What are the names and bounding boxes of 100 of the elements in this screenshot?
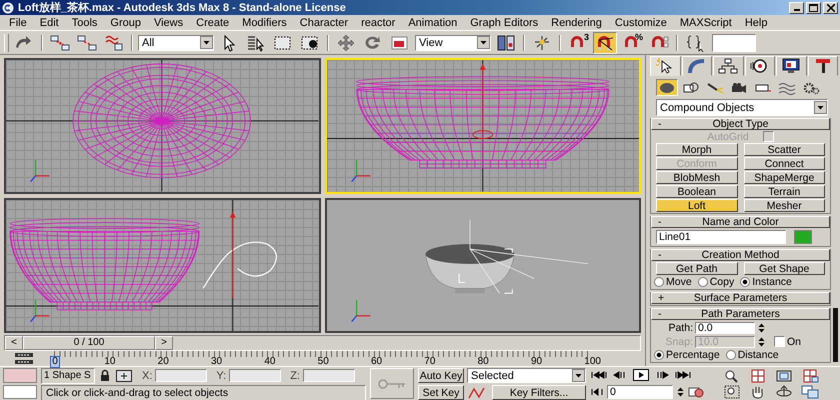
creation-button[interactable]: Get Shape — [744, 262, 825, 275]
frame-number: 60 — [370, 357, 384, 367]
panel-scrollbar[interactable] — [833, 308, 838, 362]
spinner-icon[interactable] — [757, 322, 766, 334]
object-type-button[interactable]: Terrain — [744, 185, 825, 198]
object-type-button[interactable]: Morph — [656, 143, 738, 156]
menu-item[interactable]: File — [9, 16, 27, 29]
coordinate-field[interactable] — [302, 369, 355, 382]
menu-item[interactable]: reactor — [361, 16, 396, 29]
key-mode-icon[interactable] — [590, 386, 604, 398]
minimize-button[interactable] — [789, 2, 804, 14]
object-type-button[interactable]: Mesher — [744, 199, 825, 212]
checkbox[interactable] — [774, 336, 785, 347]
set-key-button[interactable] — [370, 368, 414, 399]
path-field[interactable]: 0.0 — [695, 322, 755, 334]
dashed-rectangle-icon — [273, 34, 293, 52]
object-type-button[interactable]: Boolean — [656, 185, 738, 198]
category-dropdown[interactable]: Compound Objects — [656, 99, 828, 116]
menu-item[interactable]: Character — [300, 16, 348, 29]
menu-item[interactable]: Create — [196, 16, 230, 29]
name-field[interactable]: Line01 — [656, 230, 786, 244]
dropdown[interactable]: View — [415, 34, 491, 51]
maximize-viewport-icon[interactable] — [800, 384, 820, 398]
panel-tab[interactable] — [650, 56, 680, 76]
lock-icon[interactable] — [98, 368, 112, 382]
rollout-header[interactable]: - Path Parameters — [651, 308, 830, 320]
rollout-header[interactable]: - Creation Method — [651, 249, 830, 261]
spinner-icon[interactable] — [757, 336, 766, 348]
category-button[interactable] — [656, 79, 678, 96]
menu-item[interactable]: Group — [110, 16, 141, 29]
arc-rotate-icon[interactable] — [774, 384, 794, 398]
radio-button[interactable]: Percentage — [654, 349, 720, 361]
auto-key-button[interactable]: Auto Key — [418, 368, 464, 383]
zoom-extents-icon[interactable] — [774, 368, 794, 382]
menu-item[interactable]: Help — [744, 16, 768, 29]
object-type-button[interactable]: BlobMesh — [656, 171, 738, 184]
radio-button[interactable]: Move — [654, 276, 692, 288]
time-slider-thumb[interactable]: 0 / 100 — [23, 336, 155, 350]
maximize-button[interactable] — [806, 2, 821, 14]
rollout-header[interactable]: + Surface Parameters — [651, 292, 830, 304]
viewport[interactable] — [4, 198, 320, 333]
panel-tab[interactable] — [713, 56, 744, 76]
radio-button[interactable]: Copy — [698, 276, 734, 288]
radio-button[interactable]: Distance — [726, 349, 779, 361]
menu-item[interactable]: MAXScript — [680, 16, 732, 29]
frame-number: 40 — [264, 357, 276, 367]
time-slider[interactable]: < 0 / 100 > — [4, 335, 641, 351]
menu-item[interactable]: Modifiers — [242, 16, 287, 29]
coordinate-label: Z: — [290, 370, 300, 382]
panel-tab[interactable] — [682, 56, 712, 76]
zoom-region-icon[interactable] — [722, 384, 742, 398]
curve-editor-icon[interactable] — [14, 352, 34, 366]
rollout-header[interactable]: - Name and Color — [651, 216, 830, 228]
angle-snap-button[interactable] — [593, 32, 617, 54]
key-mode-dropdown[interactable]: Selected — [467, 368, 586, 383]
go-to-start-icon[interactable] — [590, 369, 608, 382]
set-key-button[interactable]: Set Key — [418, 385, 464, 400]
menu-item[interactable]: Tools — [72, 16, 98, 29]
viewport[interactable] — [324, 198, 641, 333]
rollout-header[interactable]: - Object Type — [651, 118, 830, 130]
object-type-button[interactable]: Loft — [656, 199, 738, 212]
menu-item[interactable]: Customize — [614, 16, 667, 29]
panel-tab[interactable] — [776, 56, 806, 76]
next-frame-button[interactable]: > — [155, 336, 173, 350]
listener-field[interactable] — [3, 384, 37, 399]
time-configuration-icon[interactable] — [688, 386, 704, 398]
named-selection-field[interactable] — [712, 34, 756, 52]
menu-item[interactable]: Graph Editors — [470, 16, 538, 29]
frame-field[interactable]: 0 — [607, 384, 673, 399]
menu-item[interactable]: Rendering — [551, 16, 602, 29]
track-bar[interactable]: 0 10 20 30 40 50 60 70 80 90 100 — [51, 351, 645, 367]
object-type-button[interactable]: Connect — [744, 157, 825, 170]
snap-button[interactable]: 3 — [566, 32, 590, 54]
color-swatch[interactable] — [794, 230, 812, 244]
menu-item[interactable]: Animation — [408, 16, 458, 29]
radio-button[interactable]: Instance — [740, 276, 792, 288]
menu-item[interactable]: Views — [154, 16, 184, 29]
listener-field[interactable] — [3, 368, 37, 382]
dropdown[interactable]: All — [138, 34, 214, 51]
percent-snap-button[interactable]: % — [620, 32, 644, 54]
object-type-button[interactable]: ShapeMerge — [744, 171, 825, 184]
frame-number: 30 — [210, 357, 224, 367]
coordinate-field[interactable] — [155, 369, 208, 382]
spinner-icon[interactable] — [676, 386, 685, 398]
viewport[interactable] — [4, 58, 320, 194]
creation-button[interactable]: Get Path — [656, 262, 738, 275]
panel-tab[interactable] — [744, 56, 775, 76]
panel-tab[interactable] — [808, 56, 838, 76]
menu-item[interactable]: Edit — [40, 16, 59, 29]
transform-mode-icon[interactable] — [115, 368, 133, 382]
go-to-end-icon[interactable] — [674, 369, 692, 382]
play-icon[interactable] — [632, 369, 650, 382]
minimize-icon — [794, 9, 800, 11]
coordinate-field[interactable] — [229, 369, 282, 382]
previous-frame-button[interactable]: < — [5, 336, 23, 350]
close-button[interactable] — [823, 2, 838, 14]
key-filters-button[interactable]: Key Filters... — [492, 385, 586, 400]
axis-tripod-icon — [30, 300, 50, 322]
window-title: Loft放样_茶杯.max - Autodesk 3ds Max 8 - Stand-alone License — [18, 0, 346, 15]
object-type-button[interactable]: Scatter — [744, 143, 825, 156]
